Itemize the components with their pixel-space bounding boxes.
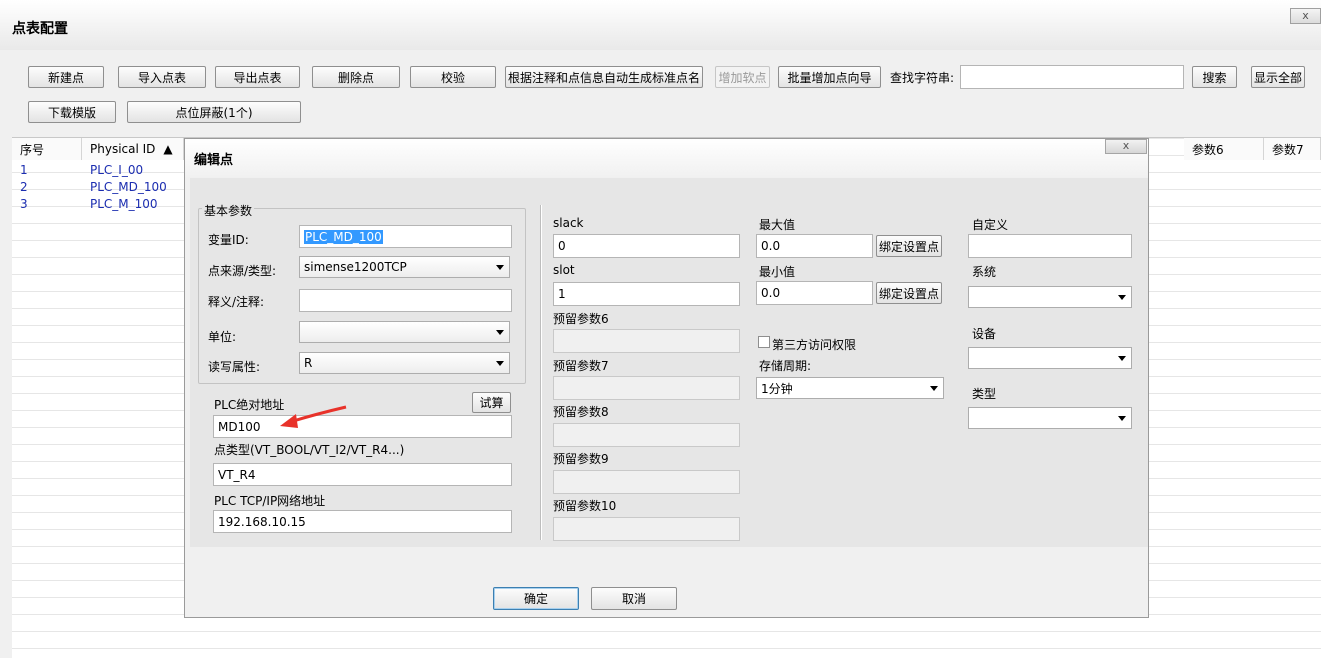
device-select[interactable] (968, 347, 1132, 369)
table-row-id[interactable]: PLC_MD_100 (90, 180, 167, 194)
chevron-down-icon (496, 330, 504, 335)
system-label: 系统 (972, 265, 997, 279)
reserved-param10-label: 预留参数10 (553, 499, 617, 513)
min-value-label: 最小值 (759, 265, 796, 279)
plc-network-input[interactable]: 192.168.10.15 (213, 510, 512, 533)
storage-period-select[interactable]: 1分钟 (756, 377, 944, 399)
search-button[interactable]: 搜索 (1192, 66, 1237, 88)
chevron-down-icon (496, 265, 504, 270)
table-row-index[interactable]: 2 (20, 180, 28, 194)
chevron-down-icon (1118, 416, 1126, 421)
reserved-param10-input[interactable] (553, 517, 740, 541)
reserved-param9-label: 预留参数9 (553, 452, 609, 466)
table-row-index[interactable]: 1 (20, 163, 28, 177)
description-label: 释义/注释: (208, 295, 265, 309)
chevron-down-icon (1118, 295, 1126, 300)
slack-input[interactable]: 0 (553, 234, 740, 258)
table-row-index[interactable]: 3 (20, 197, 28, 211)
dialog-title: 编辑点 (194, 153, 234, 168)
sort-ascending-icon: ▲ (163, 142, 173, 156)
slot-input[interactable]: 1 (553, 282, 740, 306)
col-header-index[interactable]: 序号 (12, 138, 82, 160)
new-point-button[interactable]: 新建点 (28, 66, 104, 88)
chevron-down-icon (496, 361, 504, 366)
source-type-label: 点来源/类型: (208, 264, 277, 278)
col-header-param6[interactable]: 参数6 (1184, 138, 1264, 160)
custom-input[interactable] (968, 234, 1132, 258)
show-all-button[interactable]: 显示全部 (1251, 66, 1305, 88)
slack-label: slack (553, 216, 584, 230)
dialog-close-button[interactable]: x (1105, 139, 1147, 154)
batch-add-wizard-button[interactable]: 批量增加点向导 (778, 66, 881, 88)
table-row-id[interactable]: PLC_I_00 (90, 163, 143, 177)
system-select[interactable] (968, 286, 1132, 308)
reserved-param6-label: 预留参数6 (553, 312, 609, 326)
plc-address-input[interactable]: MD100 (213, 415, 512, 438)
calc-button[interactable]: 试算 (472, 392, 511, 413)
window-titlebar (0, 0, 1321, 50)
dialog-titlebar (185, 139, 1148, 179)
point-type-input[interactable]: VT_R4 (213, 463, 512, 486)
unit-select[interactable] (299, 321, 510, 343)
export-table-button[interactable]: 导出点表 (215, 66, 300, 88)
min-value-input[interactable]: 0.0 (756, 281, 873, 305)
basic-params-title: 基本参数 (202, 202, 255, 219)
vertical-separator (540, 205, 542, 540)
cancel-button[interactable]: 取消 (591, 587, 677, 610)
plc-address-label: PLC绝对地址 (214, 398, 285, 412)
type-label: 类型 (972, 387, 997, 401)
reserved-param8-input[interactable] (553, 423, 740, 447)
table-row-id[interactable]: PLC_M_100 (90, 197, 158, 211)
col-header-param7[interactable]: 参数7 (1264, 138, 1321, 160)
download-template-button[interactable]: 下载模版 (28, 101, 116, 123)
rw-attr-label: 读写属性: (208, 360, 261, 374)
auto-generate-names-button[interactable]: 根据注释和点信息自动生成标准点名 (505, 66, 703, 88)
max-value-label: 最大值 (759, 218, 796, 232)
var-id-input[interactable]: PLC_MD_100 (299, 225, 512, 248)
unit-label: 单位: (208, 330, 237, 344)
reserved-param6-input[interactable] (553, 329, 740, 353)
var-id-label: 变量ID: (208, 233, 249, 247)
third-party-access-checkbox[interactable] (758, 336, 770, 348)
reserved-param8-label: 预留参数8 (553, 405, 609, 419)
description-input[interactable] (299, 289, 512, 312)
point-mask-button[interactable]: 点位屏蔽(1个) (127, 101, 301, 123)
device-label: 设备 (972, 327, 997, 341)
add-soft-point-button[interactable]: 增加软点 (715, 66, 770, 88)
verify-button[interactable]: 校验 (410, 66, 496, 88)
type-select[interactable] (968, 407, 1132, 429)
point-type-label: 点类型(VT_BOOL/VT_I2/VT_R4...) (214, 443, 405, 457)
var-id-value: PLC_MD_100 (304, 229, 383, 244)
reserved-param7-input[interactable] (553, 376, 740, 400)
third-party-access-label: 第三方访问权限 (772, 338, 857, 352)
window-close-button[interactable]: x (1290, 8, 1321, 24)
col-header-physical-id[interactable]: Physical ID ▲ (82, 138, 184, 160)
max-value-input[interactable]: 0.0 (756, 234, 873, 258)
window-title: 点表配置 (12, 21, 68, 37)
annotation-arrow-icon (280, 405, 347, 428)
delete-point-button[interactable]: 删除点 (312, 66, 400, 88)
bind-setpoint-min-button[interactable]: 绑定设置点 (876, 282, 942, 304)
plc-network-label: PLC TCP/IP网络地址 (214, 494, 326, 508)
custom-label: 自定义 (972, 218, 1009, 232)
reserved-param9-input[interactable] (553, 470, 740, 494)
reserved-param7-label: 预留参数7 (553, 359, 609, 373)
storage-period-label: 存储周期: (759, 359, 812, 373)
ok-button[interactable]: 确定 (493, 587, 579, 610)
import-table-button[interactable]: 导入点表 (118, 66, 206, 88)
slot-label: slot (553, 263, 575, 277)
source-type-select[interactable]: simense1200TCP (299, 256, 510, 278)
search-label: 查找字符串: (890, 71, 955, 85)
search-input[interactable] (960, 65, 1184, 89)
chevron-down-icon (1118, 356, 1126, 361)
bind-setpoint-max-button[interactable]: 绑定设置点 (876, 235, 942, 257)
rw-attr-select[interactable]: R (299, 352, 510, 374)
chevron-down-icon (930, 386, 938, 391)
